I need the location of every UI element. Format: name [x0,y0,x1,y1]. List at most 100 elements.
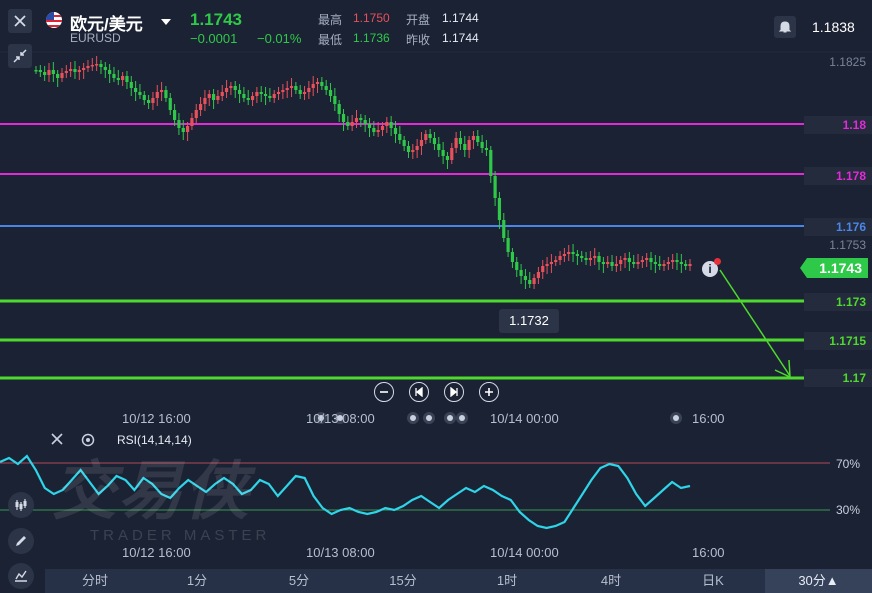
low-value: 1.1736 [353,31,390,45]
time-marker-dot-inner [459,415,465,421]
period-tab[interactable]: 分时 [45,569,145,593]
period-tab[interactable]: 1分 [147,569,247,593]
candle-body [350,122,354,126]
candle-body [623,258,627,260]
candle-body [575,254,579,256]
candle-body [64,71,68,73]
period-tab[interactable]: 日K [663,569,763,593]
candle-body [645,258,649,260]
candle-body [302,92,307,94]
candle-body [619,260,623,264]
projection-arrow [719,269,791,377]
candle-body [627,258,631,262]
rsi-time-label: 10/12 16:00 [122,545,191,560]
candle-body [380,126,385,130]
candle-body [77,70,81,72]
candle-body [649,258,653,262]
zoom-out-button[interactable] [374,382,394,402]
candle-body [554,260,558,262]
candle-body [311,84,315,88]
candle-body [567,252,571,254]
period-tab[interactable]: 15分 [353,569,453,593]
price-axis-label: 1.1753 [829,238,866,252]
level-tag-1-173[interactable]: 1.173 [804,293,872,311]
indicator-tool-button[interactable] [8,492,34,518]
scroll-to-end-button[interactable] [444,382,464,402]
candle-body [571,252,575,254]
alert-price: 1.1838 [812,19,855,35]
candle-body [185,126,190,132]
candle-body [385,122,389,126]
candle-body [320,82,324,86]
price-alert-button[interactable] [774,16,796,38]
candle-body [489,150,493,176]
shrink-icon [13,49,27,63]
time-marker-dot-inner [673,415,679,421]
current-price-tag: 1.1743 [800,258,868,278]
period-tab-active[interactable]: 30分▲ [765,569,872,593]
period-tab[interactable]: 1时 [457,569,557,593]
candle-body [194,110,198,118]
candle-body [307,88,311,92]
candle-body [246,98,250,100]
period-tab[interactable]: 4时 [561,569,661,593]
candle-body [73,69,77,72]
candle-body [190,118,194,126]
candle-body [34,70,38,72]
close-chart-button[interactable] [8,9,32,33]
last-price: 1.1743 [190,10,242,29]
watermark-logo: 交易侠 [52,455,250,527]
candle-body [536,272,541,278]
candle-body [51,70,55,74]
level-tag-1-178[interactable]: 1.178 [804,167,872,185]
candle-body [328,90,333,96]
trend-tool-button[interactable] [8,563,34,589]
fullscreen-button[interactable] [8,44,32,68]
candle-body [294,86,298,90]
low-label: 最低 [318,33,343,47]
candle-body [259,92,263,94]
scroll-to-start-button[interactable] [409,382,429,402]
candle-body [389,122,393,128]
candle-body [493,176,497,198]
rsi-time-label: 10/14 00:00 [490,545,559,560]
candle-body [298,90,302,94]
candle-body [415,146,419,150]
candle-body [398,134,402,140]
candle-body [69,69,73,71]
candle-body [138,92,142,95]
symbol-dropdown-icon[interactable] [161,13,171,31]
candle-body [315,82,320,84]
candle-body [56,74,60,78]
candle-body [242,94,246,98]
candle-body [640,260,644,262]
open-value: 1.1744 [442,11,479,25]
level-tag-1-17[interactable]: 1.17 [804,369,872,387]
candle-body [588,258,592,260]
time-axis-label: 10/13 08:00 [306,411,375,426]
candle-body [653,262,657,264]
period-tab[interactable]: 5分 [249,569,349,593]
high-label: 最高 [318,13,343,27]
candle-body [506,238,510,252]
close-icon [14,15,26,27]
candle-body [510,252,515,262]
zoom-in-button[interactable] [479,382,499,402]
crosshair-price-tooltip: 1.1732 [499,309,559,333]
candle-body [549,262,554,264]
candle-body [121,76,125,80]
level-tag-1-176[interactable]: 1.176 [804,218,872,236]
level-tag-1-18[interactable]: 1.18 [804,116,872,134]
candle-body [476,136,480,142]
candle-body [268,96,272,98]
candle-body [541,266,545,272]
candles-icon [15,499,27,511]
candle-body [229,86,233,88]
candle-body [285,88,289,90]
level-tag-1-1715[interactable]: 1.1715 [804,332,872,350]
draw-tool-button[interactable] [8,528,34,554]
candle-body [458,138,463,144]
time-axis-label: 10/14 00:00 [490,411,559,426]
candle-body [454,138,458,148]
candle-body [263,94,268,96]
